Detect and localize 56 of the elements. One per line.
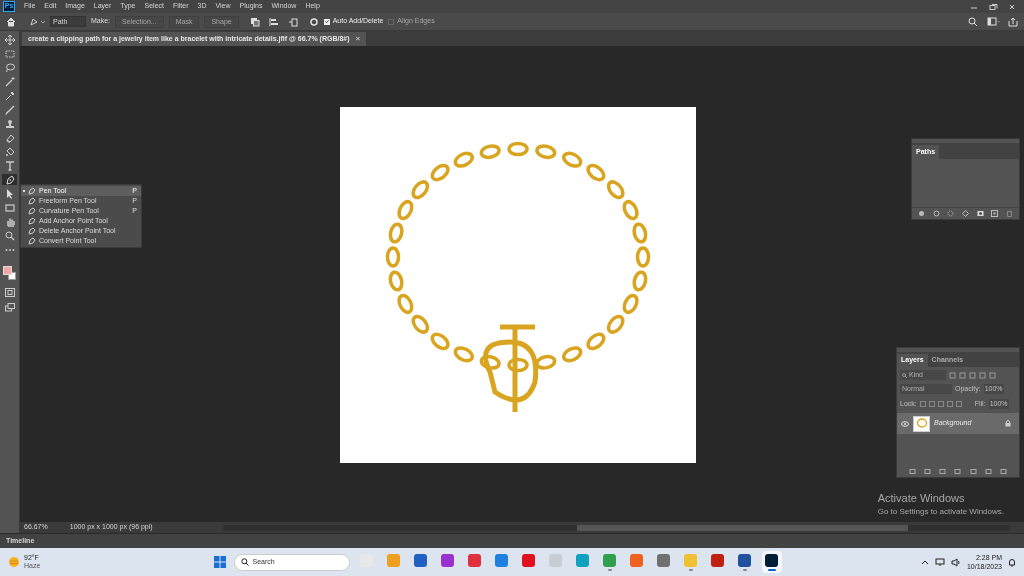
restore-icon[interactable] — [988, 2, 998, 11]
eyedropper-icon — [4, 90, 15, 101]
rectangle-icon — [4, 202, 15, 213]
workspace-icon[interactable] — [987, 16, 1001, 27]
home-icon[interactable] — [6, 16, 16, 27]
lasso-icon — [4, 62, 15, 73]
arrow-cursor-icon — [4, 188, 15, 199]
checkbox[interactable] — [323, 18, 330, 25]
new-path-icon[interactable] — [991, 210, 999, 217]
screen-mode-icon[interactable] — [4, 303, 15, 312]
hand-icon — [4, 216, 15, 227]
path-alignment-icon[interactable] — [268, 16, 279, 27]
tool-button[interactable] — [2, 202, 17, 213]
tool-button[interactable] — [2, 230, 17, 241]
rectangular-marquee-icon — [4, 48, 15, 59]
paint-bucket-icon — [4, 146, 15, 157]
lock-icon[interactable] — [1005, 420, 1011, 427]
magic-wand-icon — [4, 76, 15, 87]
foreground-color-swatch[interactable] — [2, 266, 12, 275]
close-icon[interactable] — [1007, 2, 1017, 11]
network-icon[interactable] — [934, 557, 945, 567]
speaker-icon[interactable] — [950, 557, 961, 567]
stamp-icon — [4, 118, 15, 129]
eye-icon[interactable] — [901, 420, 909, 427]
search-icon — [240, 558, 249, 566]
horizontal-scrollbar[interactable] — [222, 524, 1010, 531]
path-operations-icon[interactable] — [249, 16, 260, 27]
fill-path-icon[interactable] — [917, 210, 925, 217]
sun-icon[interactable] — [8, 556, 20, 568]
path-arrangement-icon[interactable] — [287, 16, 298, 27]
taskbar-app-button[interactable] — [761, 551, 782, 573]
chevron-up-icon[interactable] — [920, 559, 929, 565]
pen-icon[interactable] — [29, 16, 45, 27]
search-icon — [902, 372, 907, 378]
move-icon — [4, 34, 15, 45]
zoom-icon — [4, 230, 15, 241]
bell-icon[interactable] — [1008, 557, 1016, 567]
checkmark-icon — [324, 19, 329, 24]
share-icon[interactable] — [1008, 16, 1018, 27]
quick-mask-icon[interactable] — [4, 288, 15, 297]
stroke-path-icon[interactable] — [932, 210, 940, 217]
settings-icon[interactable] — [308, 16, 319, 27]
tool-button[interactable] — [2, 174, 17, 185]
activation-message: Go to Settings to activate Windows. — [877, 506, 1004, 518]
activation-title: Activate Windows — [877, 490, 966, 506]
brush-icon — [4, 104, 15, 115]
type-icon — [4, 160, 15, 171]
pen-tool-icon — [4, 174, 15, 185]
tab-close-button[interactable]: × — [355, 33, 361, 45]
scrollbar-thumb[interactable] — [576, 524, 908, 531]
search-icon[interactable] — [968, 16, 978, 27]
eraser-icon — [4, 132, 15, 143]
work-path-icon[interactable] — [961, 210, 969, 217]
load-selection-icon[interactable] — [947, 210, 955, 217]
tool-button[interactable] — [2, 34, 17, 45]
windows-start-icon[interactable] — [212, 555, 227, 569]
